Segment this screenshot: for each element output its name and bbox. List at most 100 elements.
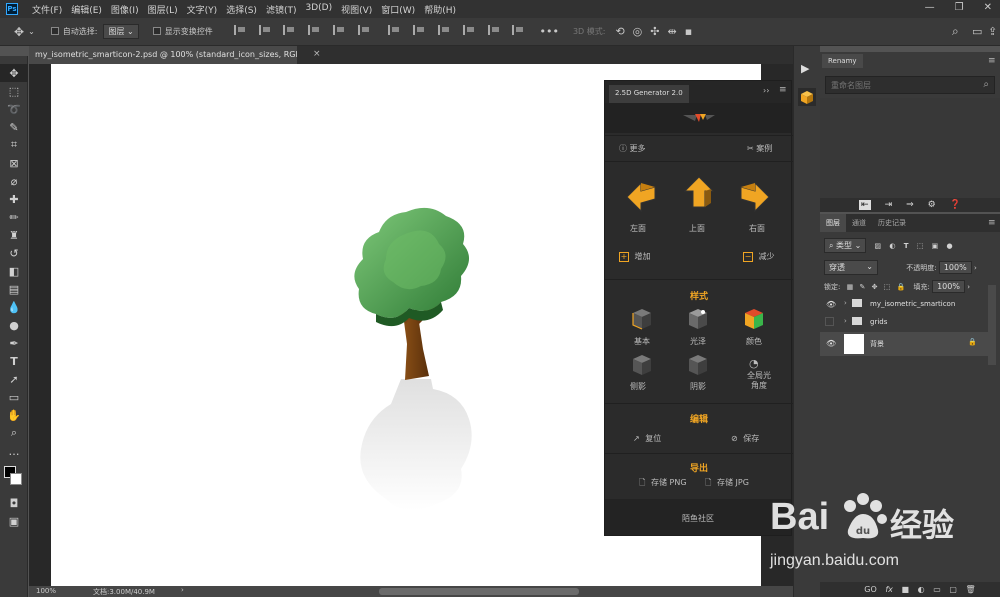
menu-type[interactable]: 文字(Y) [187,3,218,16]
dodge-tool-icon[interactable]: ● [0,316,28,334]
align-left-icon[interactable] [233,25,246,35]
history-brush-tool-icon[interactable]: ↺ [0,244,28,262]
lock-all-icon[interactable]: 🔒 [897,283,906,291]
left-face-arrow-icon[interactable] [623,177,659,213]
lock-pixels-icon[interactable]: ✎ [859,283,865,291]
tab-history[interactable]: 历史记录 [872,214,912,232]
quick-select-tool-icon[interactable]: ✎ [0,118,28,136]
layer-row[interactable]: › grids [820,313,988,331]
expand-arrow-icon[interactable]: › [844,317,847,325]
layer-filter-dropdown[interactable]: ⌕ 类型 ⌄ [824,238,867,253]
right-face-arrow-icon[interactable] [737,177,773,213]
color-style-icon[interactable] [743,307,765,331]
basic-style-icon[interactable] [631,307,653,331]
side-shadow-icon[interactable] [631,353,653,377]
cases-link[interactable]: ✂ 案例 [747,143,772,154]
filter-adjust-icon[interactable]: ◐ [889,242,895,250]
export-arrow-icon[interactable]: ⇒ [906,200,914,210]
save-button[interactable]: ⊘ 保存 [731,433,759,444]
roll-3d-icon[interactable]: ◎ [633,25,643,38]
fx-icon[interactable]: fx [885,585,893,594]
blur-tool-icon[interactable]: 💧 [0,298,28,316]
layers-scrollbar[interactable] [988,285,996,365]
align-middle-icon[interactable] [333,25,345,35]
path-select-tool-icon[interactable]: ➚ [0,370,28,388]
new-layer-icon[interactable]: ▢ [949,585,957,594]
lock-position-icon[interactable]: ✥ [872,283,878,291]
show-transform-checkbox[interactable] [152,27,161,35]
tab-channels[interactable]: 通道 [846,214,872,232]
help-icon[interactable]: ❓ [950,200,961,210]
layer-row[interactable]: 👁 背景 🔒 [820,332,988,356]
collapse-icon[interactable]: ›› [763,86,769,95]
visibility-off-box[interactable] [825,317,834,326]
filter-pixel-icon[interactable]: ▨ [875,242,882,250]
slide-3d-icon[interactable]: ⇹ [667,25,676,38]
healing-tool-icon[interactable]: ✚ [0,190,28,208]
eye-icon[interactable]: 👁 [826,300,836,309]
zoom-tool-icon[interactable]: ⌕ [0,424,28,442]
align-top-icon[interactable] [308,25,320,35]
rotate-3d-icon[interactable]: ⟲ [615,25,624,38]
menu-help[interactable]: 帮助(H) [424,3,456,16]
zoom-level[interactable]: 100% [36,587,56,595]
filter-type-icon[interactable]: T [904,242,909,250]
crop-tool-icon[interactable]: ⌗ [0,136,28,154]
frame-tool-icon[interactable]: ⊠ [0,154,28,172]
auto-select-dropdown[interactable]: 图层 ⌄ [103,24,139,39]
blend-mode-dropdown[interactable]: 穿透 ⌄ [824,260,878,275]
close-tab-icon[interactable]: × [313,49,321,59]
pen-tool-icon[interactable]: ✒ [0,334,28,352]
marquee-tool-icon[interactable]: ⬚ [0,82,28,100]
align-bottom-icon[interactable] [358,25,370,35]
stamp-tool-icon[interactable]: ♜ [0,226,28,244]
community-link[interactable]: 陌鱼社区 [605,513,791,524]
plugin-tab[interactable]: 2.5D Generator 2.0 [609,85,689,103]
opacity-input[interactable]: 100% [938,261,972,274]
align-center-icon[interactable] [258,25,271,35]
filter-shape-icon[interactable]: ⬚ [917,242,924,250]
menu-window[interactable]: 窗口(W) [381,3,415,16]
renamy-tab[interactable]: Renamy [822,54,863,68]
brush-tool-icon[interactable]: ✏ [0,208,28,226]
more-options-button[interactable]: ••• [539,25,558,38]
more-link[interactable]: ⓘ 更多 [619,143,646,154]
lock-artboard-icon[interactable]: ⬚ [884,283,891,291]
eraser-tool-icon[interactable]: ◧ [0,262,28,280]
rename-icon[interactable]: ⇤ [859,200,871,210]
link-layers-icon[interactable]: GO [864,585,877,594]
search-icon[interactable]: ⌕ [952,24,959,39]
distribute-left-icon[interactable] [462,25,475,35]
lock-transparent-icon[interactable]: ▦ [847,283,854,291]
horizontal-scrollbar[interactable] [379,588,579,595]
gloss-style-icon[interactable] [687,307,709,331]
adjustment-icon[interactable]: ◐ [918,585,925,594]
menu-file[interactable]: 文件(F) [32,3,62,16]
eye-icon[interactable]: 👁 [826,339,836,348]
tab-layers[interactable]: 图层 [820,214,846,232]
menu-image[interactable]: 图像(I) [111,3,139,16]
reduce-button[interactable]: − 减少 [743,251,775,262]
play-icon[interactable]: ▶ [801,62,809,75]
menu-select[interactable]: 选择(S) [226,3,257,16]
trash-icon[interactable]: 🗑 [965,585,975,594]
menu-edit[interactable]: 编辑(E) [71,3,102,16]
background-color-swatch[interactable] [10,473,22,485]
minimize-icon[interactable]: — [925,2,935,13]
save-jpg-button[interactable]: 🗋 存储 JPG [705,477,749,491]
settings-icon[interactable]: ⚙ [928,200,936,210]
more-tools-icon[interactable]: … [0,442,28,460]
arrow-right-icon[interactable]: ⇥ [885,200,893,210]
auto-select-checkbox[interactable] [50,27,59,35]
type-tool-icon[interactable]: T [0,352,28,370]
global-light-icon[interactable]: ◔ [749,357,759,370]
panel-menu-icon[interactable]: ≡ [988,56,996,66]
menu-view[interactable]: 视图(V) [341,3,372,16]
rename-layer-input[interactable]: 重命名图层 ⌕ [825,76,995,94]
close-window-icon[interactable]: ✕ [984,2,992,13]
top-face-arrow-icon[interactable] [681,175,717,211]
shape-tool-icon[interactable]: ▭ [0,388,28,406]
save-png-button[interactable]: 🗋 存储 PNG [639,477,687,491]
new-group-icon[interactable]: ▭ [933,585,941,594]
menu-filter[interactable]: 滤镜(T) [266,3,297,16]
